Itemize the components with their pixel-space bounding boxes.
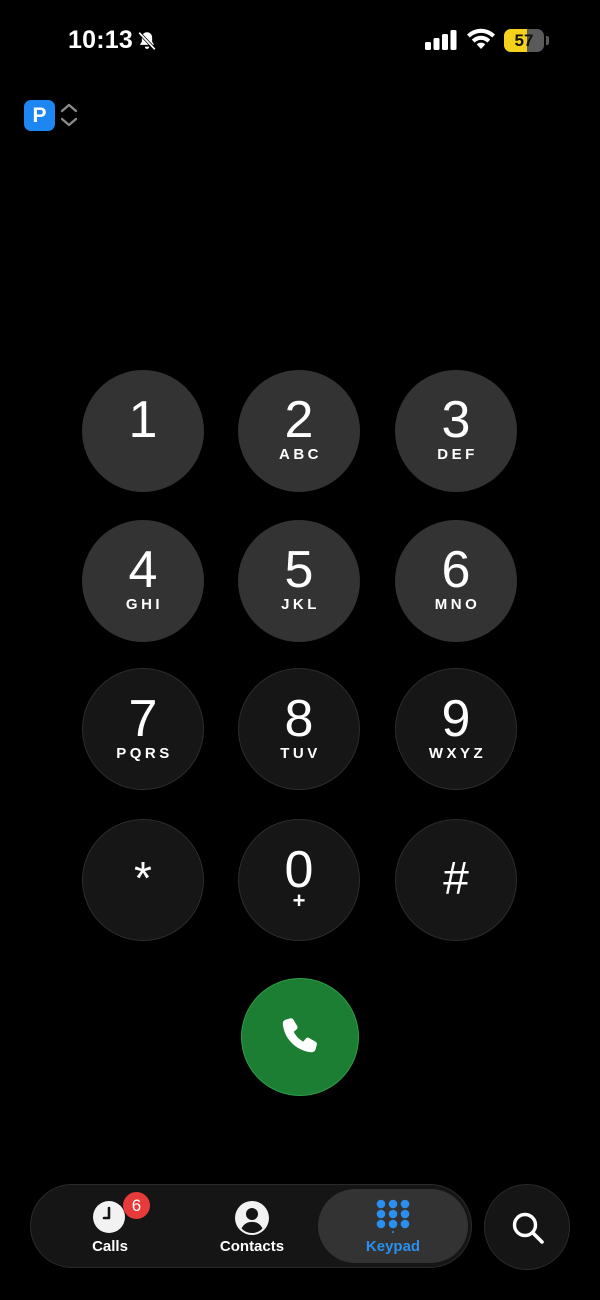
key-hash[interactable]: # [395,819,517,941]
battery-percent: 57 [514,31,534,50]
key-digit: 7 [128,690,158,748]
key-7[interactable]: 7 PQRS [82,668,204,790]
battery-indicator: 57 [504,29,550,52]
key-digit: 4 [128,541,158,599]
call-button[interactable] [241,978,359,1096]
search-button[interactable] [484,1184,570,1270]
key-8[interactable]: 8 TUV [238,668,360,790]
missed-calls-badge: 6 [123,1192,150,1219]
key-letters: DEF [437,446,478,463]
tab-contacts[interactable]: Contacts [191,1185,313,1269]
tab-label: Keypad [365,1238,421,1255]
key-3[interactable]: 3 DEF [395,370,517,492]
key-letters: ABC [279,446,322,463]
key-2[interactable]: 2 ABC [238,370,360,492]
search-icon [512,1212,544,1244]
clock-icon [93,1201,125,1233]
tab-label: Contacts [219,1238,285,1255]
key-letters: GHI [125,596,164,613]
chevron-up-down-icon[interactable] [59,102,79,128]
key-1[interactable]: 1 [82,370,204,492]
key-star[interactable]: * [82,819,204,941]
key-digit: 9 [441,690,471,748]
key-letters: + [292,888,306,913]
key-letters: MNO [434,596,481,613]
tab-bar: 6 Calls Contacts Keypad [30,1184,472,1268]
status-time: 10:13 [68,26,133,54]
keypad-grid-icon [376,1199,410,1233]
key-letters: WXYZ [428,745,487,762]
tab-label: Calls [92,1238,128,1255]
tab-keypad[interactable]: Keypad [318,1189,468,1263]
key-digit: 6 [441,541,471,599]
key-digit: 3 [441,391,471,449]
key-digit: 8 [284,690,314,748]
key-5[interactable]: 5 JKL [238,520,360,642]
key-digit: 5 [284,541,314,599]
key-0[interactable]: 0 + [238,819,360,941]
key-digit: * [134,852,152,904]
key-digit: # [443,852,469,904]
key-digit: 1 [128,391,158,449]
key-9[interactable]: 9 WXYZ [395,668,517,790]
key-digit: 2 [284,391,314,449]
cellular-signal-icon [425,30,457,50]
key-4[interactable]: 4 GHI [82,520,204,642]
person-circle-icon [235,1201,269,1235]
account-badge[interactable]: P [24,100,55,131]
tab-calls[interactable]: 6 Calls [51,1185,169,1269]
bell-slash-icon [138,31,156,51]
key-letters: TUV [280,745,321,762]
phone-icon [282,1018,317,1053]
wifi-icon [467,28,495,49]
key-letters: JKL [281,596,320,613]
key-letters: PQRS [116,745,173,762]
key-6[interactable]: 6 MNO [395,520,517,642]
